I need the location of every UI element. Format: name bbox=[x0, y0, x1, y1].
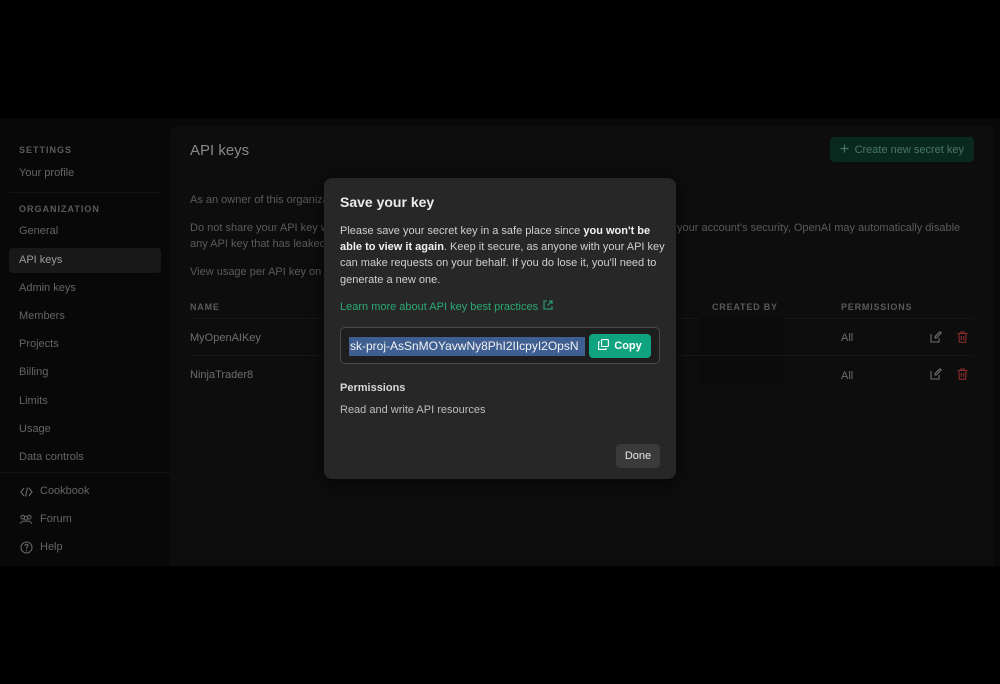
permissions-value: Read and write API resources bbox=[340, 404, 486, 416]
external-link-icon bbox=[543, 300, 553, 313]
copy-button[interactable]: Copy bbox=[589, 334, 651, 358]
best-practices-link[interactable]: Learn more about API key best practices bbox=[340, 300, 553, 313]
dialog-description-part1: Please save your secret key in a safe pl… bbox=[340, 225, 584, 237]
copy-icon bbox=[598, 339, 610, 353]
best-practices-link-label: Learn more about API key best practices bbox=[340, 300, 539, 313]
permissions-title: Permissions bbox=[340, 382, 406, 394]
done-button[interactable]: Done bbox=[616, 444, 660, 468]
dialog-title: Save your key bbox=[340, 194, 435, 210]
dialog-description: Please save your secret key in a safe pl… bbox=[340, 223, 665, 288]
secret-key-input[interactable] bbox=[349, 337, 585, 356]
secret-key-field: Copy bbox=[340, 327, 660, 364]
copy-button-label: Copy bbox=[614, 340, 642, 352]
save-key-dialog: Save your key Please save your secret ke… bbox=[324, 178, 676, 479]
